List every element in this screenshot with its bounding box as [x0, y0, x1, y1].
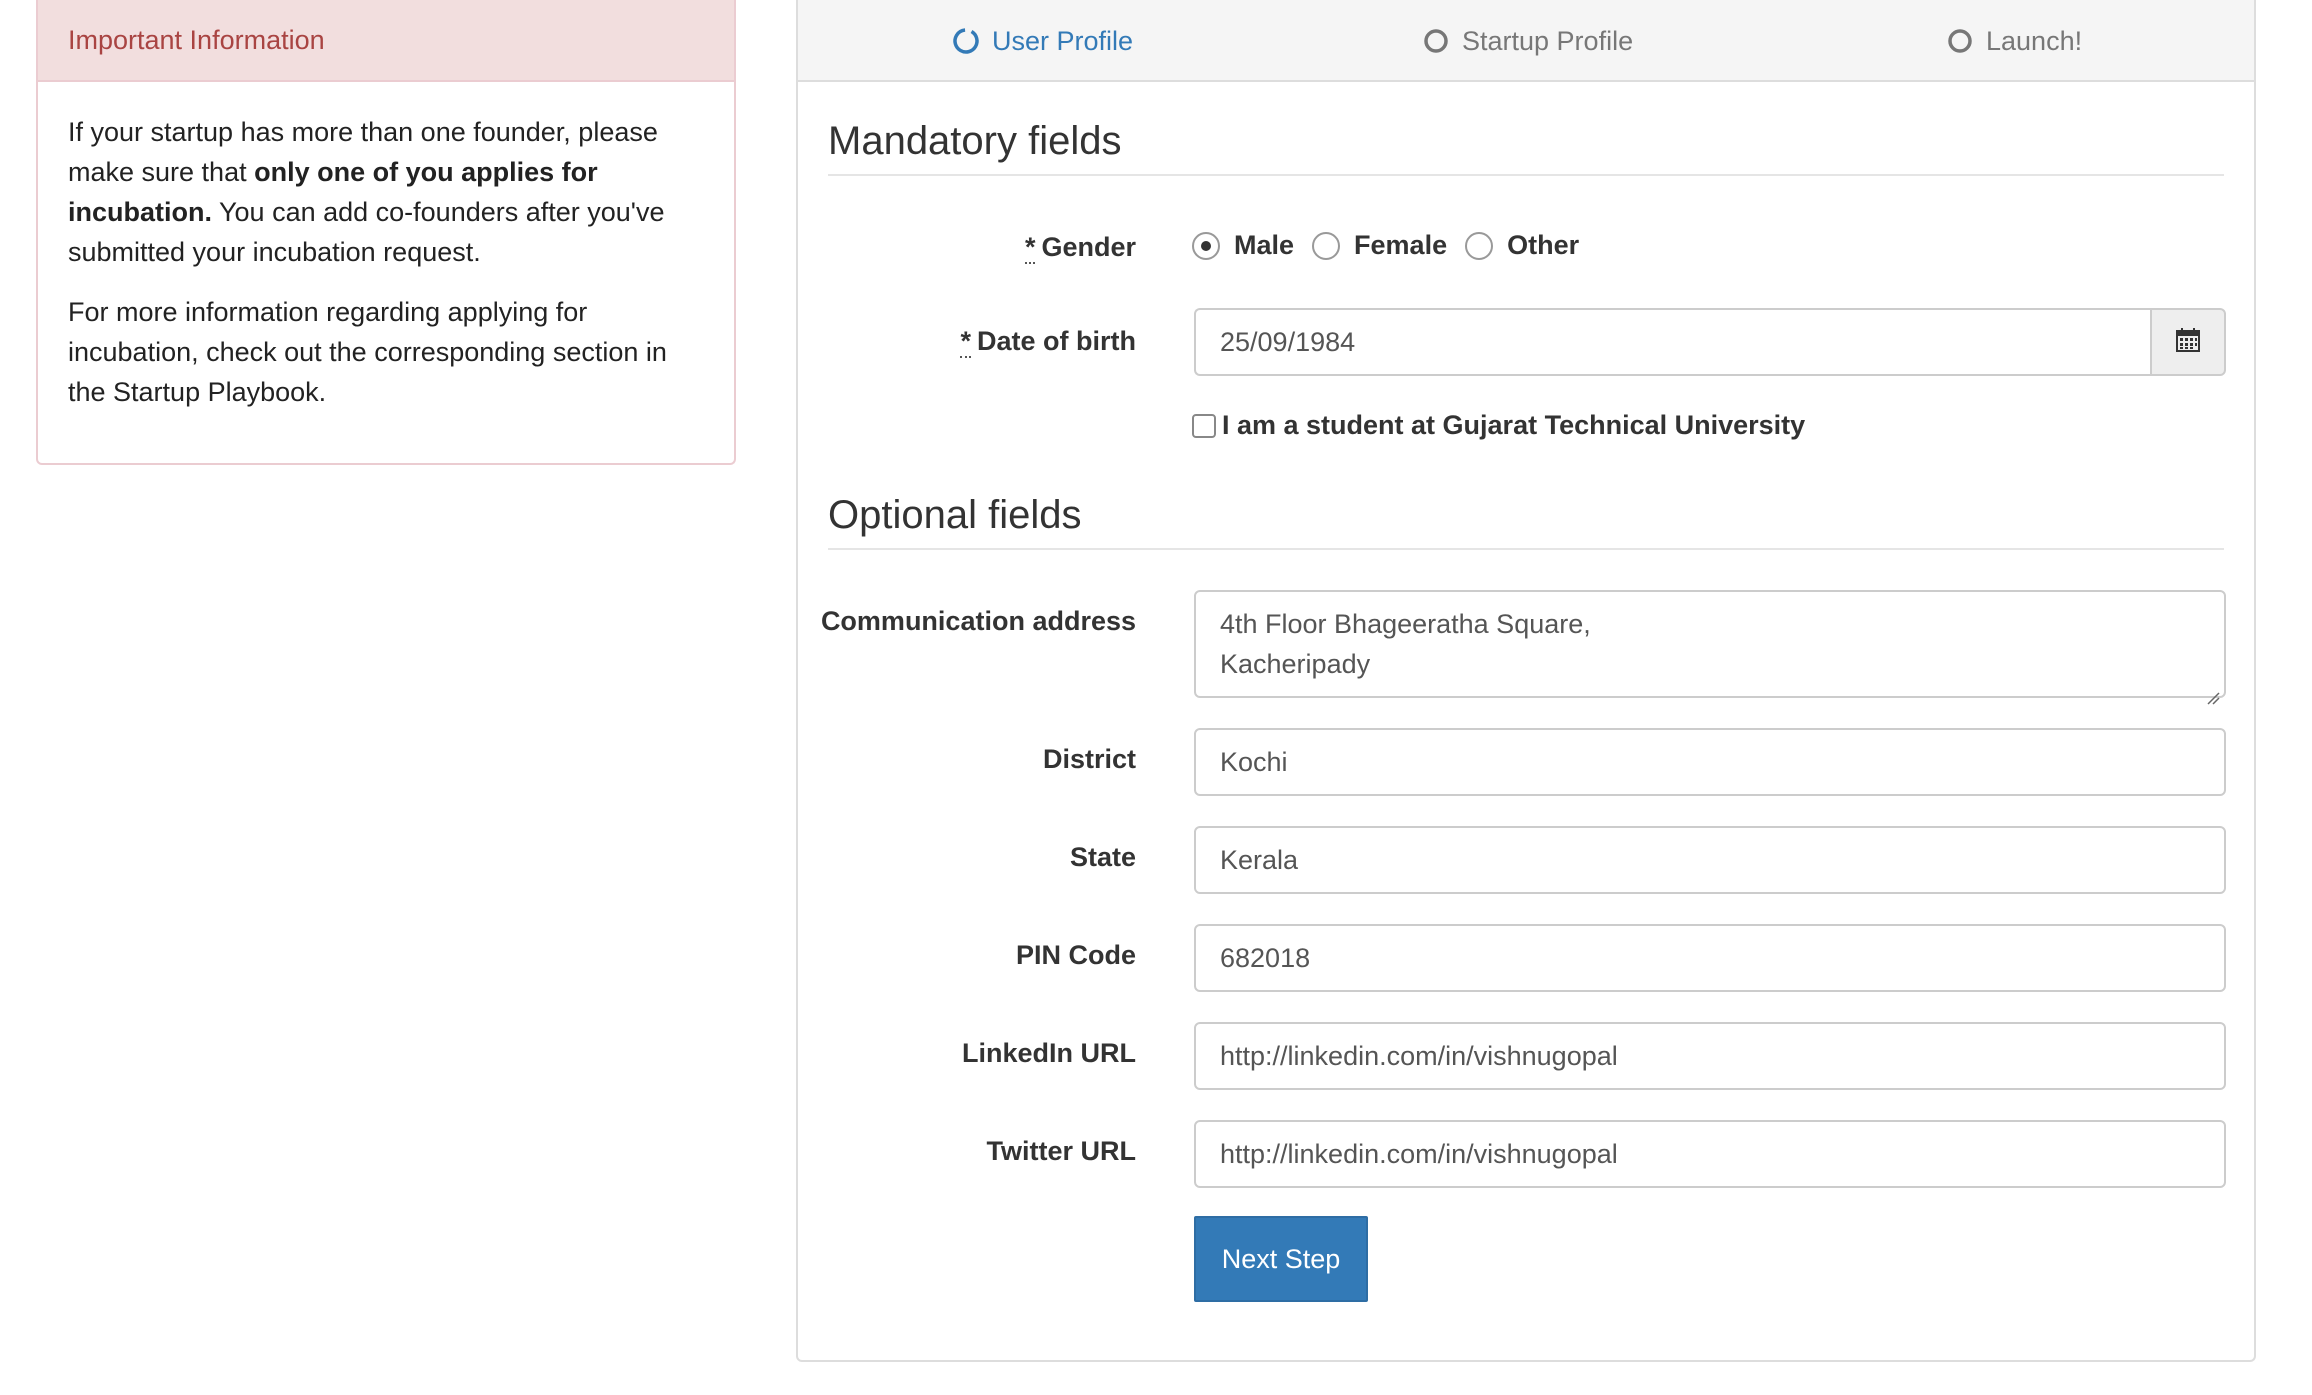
dob-field-group: 25/09/1984 — [1194, 308, 2226, 376]
gender-option-other[interactable]: Other — [1465, 230, 1579, 261]
radio-selected-dot — [1201, 240, 1211, 251]
state-label: State — [1069, 842, 1136, 872]
required-mark: * — [1024, 232, 1036, 264]
student-checkbox-label: I am a student at Gujarat Technical Univ… — [1222, 410, 1806, 440]
student-checkbox[interactable] — [1192, 413, 1216, 438]
radio-button-female[interactable] — [1312, 231, 1341, 260]
address-textarea[interactable]: 4th Floor Bhageeratha Square, Kacheripad… — [1194, 590, 2226, 705]
pin-code-label: PIN Code — [1015, 940, 1136, 970]
mandatory-section-title: Mandatory fields — [828, 116, 2224, 176]
step-label: Launch! — [1986, 25, 2083, 56]
spinner-icon — [952, 27, 980, 55]
info-paragraph-1: If your startup has more than one founde… — [68, 112, 704, 272]
radio-label-other: Other — [1507, 230, 1580, 260]
pin-code-input[interactable]: 682018 — [1194, 924, 2226, 992]
radio-label-female: Female — [1354, 230, 1448, 260]
twitter-url-input[interactable]: http://linkedin.com/in/vishnugopal — [1194, 1120, 2226, 1188]
info-panel-body: If your startup has more than one founde… — [38, 82, 734, 452]
calendar-icon — [2175, 327, 2201, 358]
radio-button-other[interactable] — [1465, 231, 1494, 260]
dob-input[interactable]: 25/09/1984 — [1194, 308, 2150, 376]
gender-radio-group: Male Female Other — [1192, 230, 1597, 261]
radio-label-male: Male — [1234, 230, 1295, 260]
wizard-steps: User Profile Startup Profile Launch! — [798, 0, 2254, 82]
address-label: Communication address — [820, 606, 1136, 636]
state-input[interactable]: Kerala — [1194, 826, 2226, 894]
calendar-button[interactable] — [2150, 308, 2226, 376]
gender-option-female[interactable]: Female — [1312, 230, 1447, 261]
info-paragraph-2: For more information regarding applying … — [68, 297, 667, 407]
linkedin-url-input[interactable]: http://linkedin.com/in/vishnugopal — [1194, 1022, 2226, 1090]
step-label: User Profile — [992, 25, 1134, 56]
gender-label-text: Gender — [1041, 232, 1136, 262]
next-step-button[interactable]: Next Step — [1194, 1216, 1368, 1302]
district-label: District — [1042, 744, 1136, 774]
gender-label: * Gender — [1024, 232, 1136, 264]
wizard-panel: User Profile Startup Profile Launch! Man… — [796, 0, 2256, 1362]
step-launch[interactable]: Launch! — [1946, 0, 2082, 82]
address-line-2: Kacheripady — [1220, 649, 1371, 679]
radio-button-male[interactable] — [1192, 231, 1220, 260]
step-startup-profile[interactable]: Startup Profile — [1422, 0, 1633, 82]
dob-label: * Date of birth — [960, 326, 1136, 358]
address-text: 4th Floor Bhageeratha Square, Kacheripad… — [1220, 604, 1591, 684]
important-info-panel: Important Information If your startup ha… — [36, 0, 736, 465]
step-label: Startup Profile — [1462, 25, 1634, 56]
circle-icon — [1422, 27, 1450, 55]
district-input[interactable]: Kochi — [1194, 728, 2226, 796]
gender-option-male[interactable]: Male — [1192, 230, 1294, 261]
optional-section-title: Optional fields — [828, 490, 2224, 550]
dob-label-text: Date of birth — [977, 326, 1136, 356]
info-panel-heading: Important Information — [38, 0, 734, 82]
resize-handle-icon[interactable] — [2204, 676, 2220, 705]
linkedin-url-label: LinkedIn URL — [962, 1038, 1136, 1068]
step-user-profile[interactable]: User Profile — [952, 0, 1133, 82]
page: Important Information If your startup ha… — [0, 0, 2312, 1395]
address-line-1: 4th Floor Bhageeratha Square, — [1220, 609, 1591, 639]
circle-icon — [1946, 27, 1974, 55]
student-checkbox-row[interactable]: I am a student at Gujarat Technical Univ… — [1192, 410, 1805, 441]
twitter-url-label: Twitter URL — [986, 1136, 1137, 1166]
required-mark: * — [960, 326, 971, 358]
